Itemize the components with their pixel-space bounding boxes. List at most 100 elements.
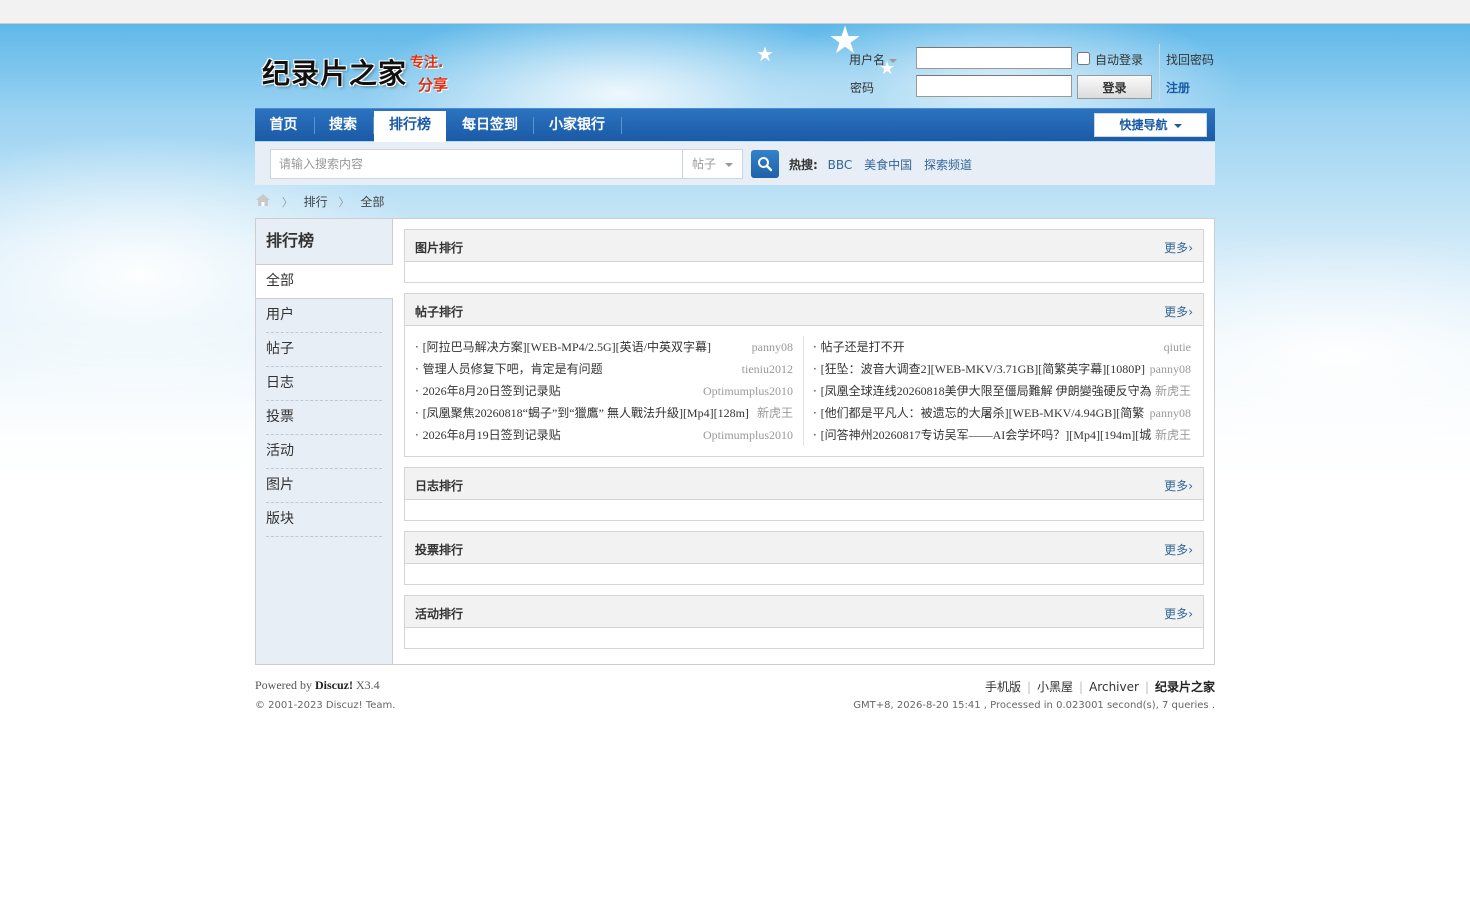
- nav-item-daily-signin[interactable]: 每日签到: [451, 109, 529, 141]
- login-button[interactable]: 登录: [1077, 75, 1152, 99]
- post-title-link[interactable]: [阿拉巴马解决方案][WEB-MP4/2.5G][英语/中英双字幕]: [423, 336, 711, 358]
- version-text: X3.4: [356, 678, 380, 692]
- ranking-container: 排行榜 全部 用户 帖子 日志 投票 活动 图片 版块 图片排行 更多› 帖子排…: [255, 218, 1215, 665]
- hot-search-term[interactable]: BBC: [828, 158, 853, 172]
- box-title: 活动排行: [415, 607, 464, 621]
- auto-login-label[interactable]: 自动登录: [1095, 51, 1143, 68]
- more-label: 更多: [1164, 607, 1189, 621]
- nav-divider: [533, 117, 534, 134]
- post-title-link[interactable]: [凤凰聚焦20260818“蝎子”到“獵鷹” 無人戰法升級][Mp4][128m…: [423, 402, 749, 424]
- breadcrumb-item[interactable]: 排行: [304, 193, 328, 210]
- post-author-link[interactable]: 新虎王: [1150, 380, 1191, 402]
- hot-search: 热搜: BBC 美食中国 探索频道: [789, 156, 980, 173]
- sidebar-title: 排行榜: [256, 219, 392, 265]
- post-title-link[interactable]: 管理人员修复下吧，肯定是有问题: [423, 358, 603, 380]
- blacklist-link[interactable]: 小黑屋: [1037, 680, 1073, 694]
- box-body: [405, 500, 1203, 520]
- list-item: · 2026年8月20日签到记录贴 Optimumplus2010: [415, 380, 793, 402]
- chevron-down-icon: [1173, 123, 1182, 128]
- nav-item-bank[interactable]: 小家银行: [537, 109, 617, 141]
- ranking-main: 图片排行 更多› 帖子排行 更多› · [阿拉巴马解决方案][WEB-MP4/2…: [404, 229, 1204, 659]
- auto-login-checkbox[interactable]: [1077, 52, 1090, 65]
- post-author-link[interactable]: panny08: [747, 336, 793, 358]
- nav-item-ranking[interactable]: 排行榜: [374, 111, 446, 142]
- more-link[interactable]: 更多›: [1164, 239, 1193, 256]
- hot-search-term[interactable]: 美食中国: [864, 158, 912, 172]
- search-icon: [758, 157, 773, 172]
- box-body: [405, 628, 1203, 648]
- post-title-link[interactable]: 2026年8月19日签到记录贴: [423, 424, 561, 446]
- site-name-link[interactable]: 纪录片之家: [1155, 680, 1215, 694]
- post-author-link[interactable]: Optimumplus2010: [698, 380, 793, 402]
- nav-item-search[interactable]: 搜索: [315, 109, 371, 141]
- site-logo[interactable]: 纪录片之家 专注. 分享: [262, 48, 462, 100]
- post-author-link[interactable]: Optimumplus2010: [698, 424, 793, 446]
- post-author-link[interactable]: qiutie: [1159, 336, 1191, 358]
- sidebar-item-blogs[interactable]: 日志: [256, 367, 392, 401]
- more-link[interactable]: 更多›: [1164, 477, 1193, 494]
- hot-search-term[interactable]: 探索频道: [924, 158, 972, 172]
- quick-nav-button[interactable]: 快捷导航: [1094, 113, 1207, 137]
- sidebar-item-label: 活动: [266, 435, 382, 469]
- username-label: 用户名: [849, 53, 886, 67]
- footer-stats: GMT+8, 2026-8-20 15:41 , Processed in 0.…: [853, 700, 1215, 711]
- post-title-link[interactable]: [凤凰全球连线20260818美伊大限至僵局難解 伊朗變強硬反守為: [821, 380, 1151, 402]
- username-input[interactable]: [916, 47, 1072, 69]
- post-title-link[interactable]: [狂坠：波音大调查2][WEB-MKV/3.71GB][简繁英字幕][1080P…: [821, 358, 1145, 380]
- footer-separator: |: [1144, 680, 1149, 694]
- sidebar-item-activities[interactable]: 活动: [256, 435, 392, 469]
- search-input[interactable]: [270, 149, 683, 179]
- more-label: 更多: [1164, 543, 1189, 557]
- sidebar-item-users[interactable]: 用户: [256, 299, 392, 333]
- post-author-link[interactable]: panny08: [1145, 402, 1191, 424]
- login-divider: [1159, 44, 1160, 102]
- more-link[interactable]: 更多›: [1164, 605, 1193, 622]
- sidebar-item-label: 日志: [266, 367, 382, 401]
- register-link[interactable]: 注册: [1166, 79, 1190, 96]
- post-title-link[interactable]: [问答神州20260817专访吴军——AI会学坏吗？][Mp4][194m][城: [821, 424, 1151, 446]
- home-icon[interactable]: [255, 193, 271, 210]
- username-type-selector[interactable]: 用户名: [849, 51, 898, 68]
- sidebar-item-posts[interactable]: 帖子: [256, 333, 392, 367]
- post-author-link[interactable]: 新虎王: [1150, 424, 1191, 446]
- box-body: [405, 262, 1203, 282]
- sidebar-item-all[interactable]: 全部: [256, 265, 393, 299]
- password-input[interactable]: [916, 75, 1072, 97]
- more-label: 更多: [1164, 305, 1189, 319]
- box-title: 帖子排行: [415, 305, 464, 319]
- post-column-left: · [阿拉巴马解决方案][WEB-MP4/2.5G][英语/中英双字幕] pann…: [415, 336, 793, 446]
- list-item: · [阿拉巴马解决方案][WEB-MP4/2.5G][英语/中英双字幕] pann…: [415, 336, 793, 358]
- search-button[interactable]: [751, 150, 779, 178]
- post-author-link[interactable]: panny08: [1145, 358, 1191, 380]
- search-bar: 帖子 热搜: BBC 美食中国 探索频道: [255, 142, 1215, 185]
- nav-item-home[interactable]: 首页: [255, 109, 312, 141]
- logo-slogan-2: 分享: [418, 76, 449, 94]
- quick-nav-label: 快捷导航: [1119, 118, 1168, 132]
- hot-search-label: 热搜:: [789, 158, 818, 172]
- sidebar-item-pictures[interactable]: 图片: [256, 469, 392, 503]
- chevron-down-icon: [889, 58, 898, 63]
- post-title-link[interactable]: 帖子还是打不开: [821, 336, 905, 358]
- list-item: · [问答神州20260817专访吴军——AI会学坏吗？][Mp4][194m]…: [813, 424, 1191, 446]
- forgot-password-link[interactable]: 找回密码: [1166, 51, 1214, 68]
- post-title-link[interactable]: 2026年8月20日签到记录贴: [423, 380, 561, 402]
- powered-prefix: Powered by: [255, 678, 312, 692]
- mobile-link[interactable]: 手机版: [985, 680, 1021, 694]
- logo-slogan-1: 专注.: [410, 55, 444, 71]
- more-label: 更多: [1164, 241, 1189, 255]
- archiver-link[interactable]: Archiver: [1089, 680, 1139, 694]
- box-header: 投票排行 更多›: [405, 532, 1203, 564]
- column-divider: [803, 336, 804, 446]
- search-type-select[interactable]: 帖子: [682, 149, 743, 179]
- list-item: · [凤凰全球连线20260818美伊大限至僵局難解 伊朗變強硬反守為 新虎王: [813, 380, 1191, 402]
- more-link[interactable]: 更多›: [1164, 541, 1193, 558]
- post-author-link[interactable]: 新虎王: [752, 402, 793, 424]
- sidebar-item-polls[interactable]: 投票: [256, 401, 392, 435]
- post-title-link[interactable]: [他们都是平凡人：被遗忘的大屠杀][WEB-MKV/4.94GB][简繁: [821, 402, 1145, 424]
- sidebar-item-forums[interactable]: 版块: [256, 503, 392, 537]
- post-author-link[interactable]: tieniu2012: [737, 358, 793, 380]
- breadcrumb-item[interactable]: 全部: [360, 193, 384, 210]
- discuz-link[interactable]: Discuz!: [315, 678, 353, 692]
- more-link[interactable]: 更多›: [1164, 303, 1193, 320]
- box-header: 帖子排行 更多›: [405, 294, 1203, 326]
